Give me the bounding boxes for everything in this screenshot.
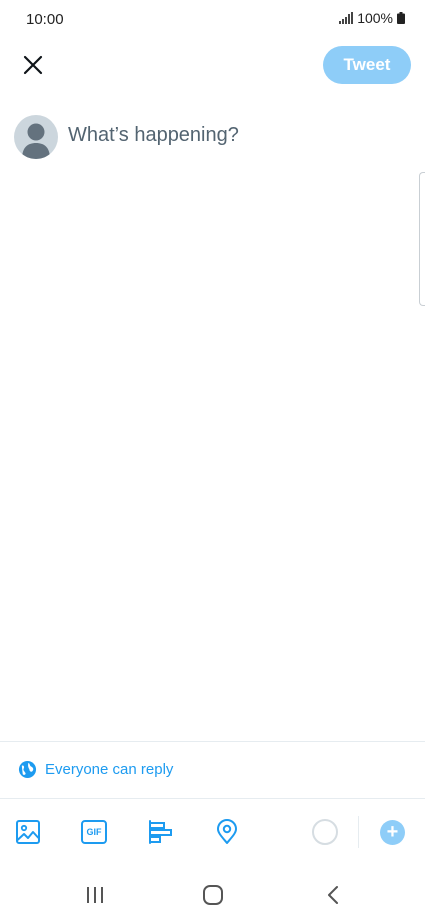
home-button[interactable] — [198, 882, 228, 908]
compose-header: Tweet — [0, 44, 425, 88]
status-indicators: 100% — [339, 10, 405, 26]
location-icon — [217, 819, 237, 844]
scroll-handle[interactable] — [419, 172, 425, 306]
globe-icon — [18, 760, 37, 779]
add-location-button[interactable] — [213, 818, 241, 846]
add-poll-button[interactable] — [146, 818, 174, 846]
add-image-button[interactable] — [14, 818, 42, 846]
home-icon — [203, 885, 223, 905]
status-bar: 10:00 100% — [0, 0, 425, 40]
default-avatar-icon — [14, 115, 58, 159]
reply-settings-button[interactable]: Everyone can reply — [18, 760, 173, 779]
add-thread-button[interactable]: + — [380, 820, 405, 845]
character-count-ring — [312, 819, 338, 845]
tweet-text-input[interactable]: What’s happening? — [68, 124, 239, 147]
add-gif-button[interactable]: GIF — [80, 818, 108, 846]
poll-icon — [149, 820, 172, 844]
toolbar-separator — [358, 816, 359, 848]
battery-icon — [397, 12, 405, 24]
recent-apps-button[interactable] — [80, 882, 110, 908]
divider — [0, 798, 425, 799]
tweet-button[interactable]: Tweet — [323, 46, 411, 84]
system-navigation-bar — [0, 870, 425, 922]
divider — [0, 741, 425, 742]
signal-icon — [339, 12, 354, 24]
back-icon — [328, 886, 338, 904]
battery-percentage: 100% — [357, 10, 393, 26]
back-button[interactable] — [318, 882, 348, 908]
compose-toolbar: GIF + — [0, 812, 425, 852]
close-icon — [23, 55, 43, 75]
compose-area: What’s happening? — [0, 110, 425, 170]
gif-icon: GIF — [81, 820, 107, 844]
recent-apps-icon — [87, 887, 103, 903]
reply-settings-label: Everyone can reply — [45, 761, 174, 778]
image-icon — [16, 820, 40, 844]
status-time: 10:00 — [26, 11, 64, 28]
close-button[interactable] — [18, 50, 48, 80]
